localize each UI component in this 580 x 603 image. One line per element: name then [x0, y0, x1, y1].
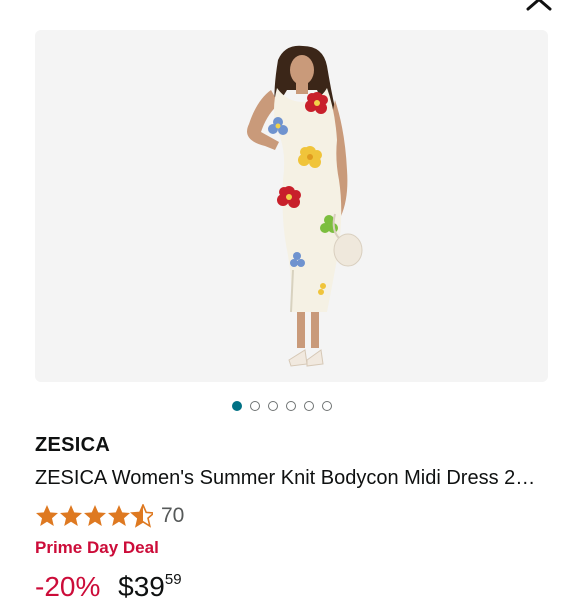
star-rating-icon: [35, 504, 153, 528]
product-image[interactable]: [35, 30, 548, 382]
carousel-indicator: [232, 399, 332, 413]
carousel-dot[interactable]: [304, 401, 314, 411]
rating-row[interactable]: 70: [35, 502, 184, 530]
product-photo: [247, 45, 363, 367]
carousel-dot[interactable]: [322, 401, 332, 411]
carousel-dot[interactable]: [268, 401, 278, 411]
rating-count[interactable]: 70: [161, 504, 184, 528]
close-button[interactable]: [522, 0, 556, 18]
close-icon: [522, 0, 556, 21]
price: $3959: [118, 571, 181, 602]
price-whole: $39: [118, 571, 165, 602]
product-title[interactable]: ZESICA Women's Summer Knit Bodycon Midi …: [35, 467, 550, 490]
price-row: -20% $3959: [35, 571, 182, 602]
carousel-dot[interactable]: [250, 401, 260, 411]
discount-percent: -20%: [35, 571, 101, 602]
carousel-dot[interactable]: [286, 401, 296, 411]
carousel-dot-active[interactable]: [232, 401, 242, 411]
deal-badge: Prime Day Deal: [35, 538, 159, 557]
brand-name[interactable]: ZESICA: [35, 434, 110, 457]
